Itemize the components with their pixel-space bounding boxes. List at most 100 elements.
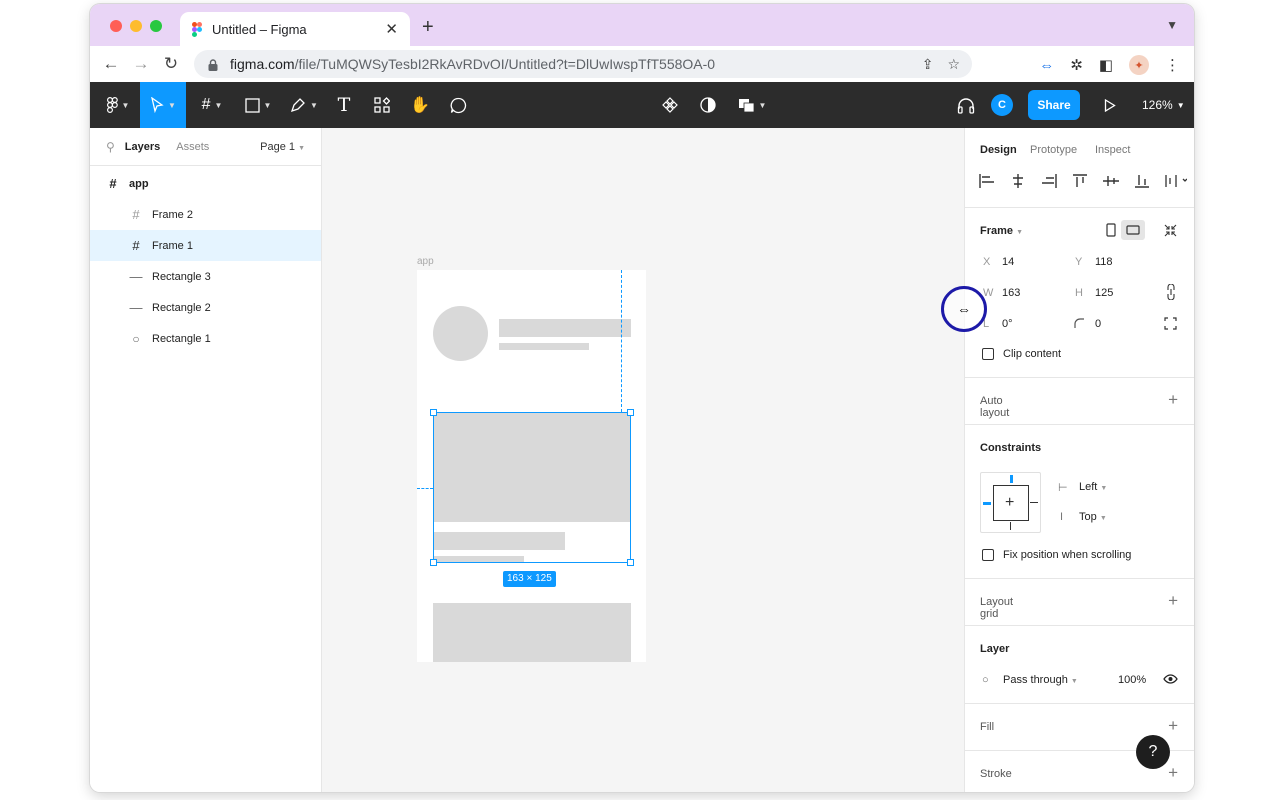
minimize-window-button[interactable] xyxy=(130,20,142,32)
add-layout-grid-icon[interactable]: + xyxy=(1168,591,1178,611)
horizontal-constraint-dropdown[interactable]: Left ▼ xyxy=(1079,481,1107,493)
align-vertical-center-icon[interactable] xyxy=(1103,174,1119,188)
audio-headphones-icon[interactable] xyxy=(954,82,978,128)
corner-radius-input[interactable]: 0 xyxy=(1095,318,1101,330)
y-input[interactable]: 118 xyxy=(1095,256,1113,268)
landscape-orientation-button[interactable] xyxy=(1121,220,1145,240)
move-tool-button[interactable]: ▼ xyxy=(140,82,186,128)
fix-position-checkbox[interactable] xyxy=(982,549,994,561)
add-auto-layout-icon[interactable]: + xyxy=(1168,390,1178,410)
design-panel: Design Prototype Inspect Frame ▼ X 14 Y … xyxy=(964,128,1194,792)
constraint-widget[interactable]: + xyxy=(980,472,1041,533)
close-window-button[interactable] xyxy=(110,20,122,32)
mask-contrast-icon[interactable] xyxy=(696,82,720,128)
pen-tool-button[interactable]: ▼ xyxy=(286,82,322,128)
resize-handle-bottom-left[interactable] xyxy=(430,559,437,566)
portrait-orientation-icon[interactable] xyxy=(1106,223,1116,237)
constraint-center-plus-icon[interactable]: + xyxy=(1005,495,1014,511)
browser-menu-icon[interactable]: ⋮ xyxy=(1165,56,1180,74)
design-canvas[interactable]: app 163 × 125 xyxy=(322,128,964,792)
help-button[interactable]: ? xyxy=(1136,735,1170,769)
resources-icon[interactable] xyxy=(370,82,394,128)
x-input[interactable]: 14 xyxy=(1002,256,1014,268)
resize-extension-icon[interactable]: ⇔ xyxy=(1039,57,1054,74)
eye-visibility-icon[interactable] xyxy=(1163,674,1178,684)
profile-avatar-icon[interactable]: ✦ xyxy=(1129,55,1149,75)
clip-content-checkbox[interactable] xyxy=(982,348,994,360)
hand-tool-icon[interactable]: ✋ xyxy=(408,82,432,128)
constraint-left-active[interactable] xyxy=(983,502,991,505)
share-page-icon[interactable]: ⇪ xyxy=(922,56,934,73)
frame-tool-button[interactable]: # ▼ xyxy=(194,82,230,128)
blend-mode-dropdown[interactable]: Pass through ▼ xyxy=(1003,674,1078,686)
frame-2-image[interactable] xyxy=(433,603,631,662)
layer-rectangle-1[interactable]: ○ Rectangle 1 xyxy=(90,323,321,354)
selection-box[interactable] xyxy=(430,409,634,566)
side-panel-icon[interactable]: ◧ xyxy=(1099,56,1113,74)
layer-app[interactable]: # app xyxy=(90,168,321,199)
add-fill-icon[interactable]: + xyxy=(1168,716,1178,736)
layer-rectangle-3[interactable]: — Rectangle 3 xyxy=(90,261,321,292)
independent-corners-icon[interactable] xyxy=(1164,317,1177,330)
resize-handle-top-right[interactable] xyxy=(627,409,634,416)
opacity-input[interactable]: 100% xyxy=(1118,674,1146,686)
vertical-constraint-dropdown[interactable]: Top ▼ xyxy=(1079,511,1107,523)
placeholder-title-bar[interactable] xyxy=(499,319,631,337)
browser-tab[interactable]: Untitled – Figma ✕ xyxy=(180,12,410,46)
shape-tool-button[interactable]: ▼ xyxy=(240,82,276,128)
tab-search-chevron-icon[interactable]: ▼ xyxy=(1166,18,1178,32)
w-input[interactable]: 163 xyxy=(1002,287,1020,299)
vertical-spacing-guide xyxy=(621,270,622,412)
tab-design[interactable]: Design xyxy=(980,144,1017,156)
resize-handle-top-left[interactable] xyxy=(430,409,437,416)
search-icon[interactable]: ⚲ xyxy=(106,140,115,154)
user-avatar[interactable]: C xyxy=(991,94,1013,116)
distribute-spacing-icon[interactable] xyxy=(1165,174,1187,188)
tab-layers[interactable]: Layers xyxy=(125,141,160,153)
align-right-icon[interactable] xyxy=(1041,174,1057,188)
back-icon[interactable]: ← xyxy=(96,54,126,74)
line-icon: — xyxy=(129,269,143,284)
bookmark-star-icon[interactable]: ☆ xyxy=(947,56,960,73)
placeholder-subtitle-bar[interactable] xyxy=(499,343,589,350)
new-tab-icon[interactable]: + xyxy=(422,16,434,39)
align-left-icon[interactable] xyxy=(979,174,995,188)
frame-label[interactable]: app xyxy=(417,256,434,267)
constrain-proportions-icon[interactable] xyxy=(1167,284,1175,300)
h-input[interactable]: 125 xyxy=(1095,287,1113,299)
layer-frame-1[interactable]: # Frame 1 xyxy=(90,230,321,261)
constraint-right[interactable] xyxy=(1030,502,1038,503)
rotation-input[interactable]: 0° xyxy=(1002,318,1013,330)
present-play-icon[interactable] xyxy=(1098,82,1122,128)
resize-to-fit-icon[interactable] xyxy=(1164,224,1177,237)
layer-rectangle-2[interactable]: — Rectangle 2 xyxy=(90,292,321,323)
blend-mode-icon: ○ xyxy=(982,674,989,686)
layer-frame-2[interactable]: # Frame 2 xyxy=(90,199,321,230)
zoom-dropdown[interactable]: 126% ▼ xyxy=(1142,82,1185,128)
comment-tool-icon[interactable] xyxy=(446,82,470,128)
frame-section-title[interactable]: Frame ▼ xyxy=(980,225,1023,237)
boolean-ops-button[interactable]: ▼ xyxy=(734,82,770,128)
extensions-puzzle-icon[interactable]: ✲ xyxy=(1070,56,1083,74)
constraint-top-active[interactable] xyxy=(1010,475,1013,483)
placeholder-avatar-circle[interactable] xyxy=(433,306,488,361)
tab-assets[interactable]: Assets xyxy=(176,141,209,153)
reload-icon[interactable]: ↻ xyxy=(156,54,186,74)
page-dropdown[interactable]: Page 1 ▼ xyxy=(260,141,305,153)
forward-icon[interactable]: → xyxy=(126,54,156,74)
tab-prototype[interactable]: Prototype xyxy=(1030,144,1077,156)
share-button[interactable]: Share xyxy=(1028,90,1080,120)
tab-inspect[interactable]: Inspect xyxy=(1095,144,1130,156)
address-bar[interactable]: figma.com /file/TuMQWSyTesbI2RkAvRDvOI/U… xyxy=(194,50,972,78)
close-tab-icon[interactable]: ✕ xyxy=(385,20,398,38)
component-icon[interactable] xyxy=(658,82,682,128)
align-top-icon[interactable] xyxy=(1072,174,1088,188)
constraint-bottom[interactable] xyxy=(1010,522,1011,530)
align-horizontal-center-icon[interactable] xyxy=(1010,174,1026,188)
add-stroke-icon[interactable]: + xyxy=(1168,763,1178,783)
text-tool-icon[interactable]: T xyxy=(332,82,356,128)
align-bottom-icon[interactable] xyxy=(1134,174,1150,188)
resize-handle-bottom-right[interactable] xyxy=(627,559,634,566)
main-menu-button[interactable]: ▼ xyxy=(98,82,138,128)
zoom-window-button[interactable] xyxy=(150,20,162,32)
